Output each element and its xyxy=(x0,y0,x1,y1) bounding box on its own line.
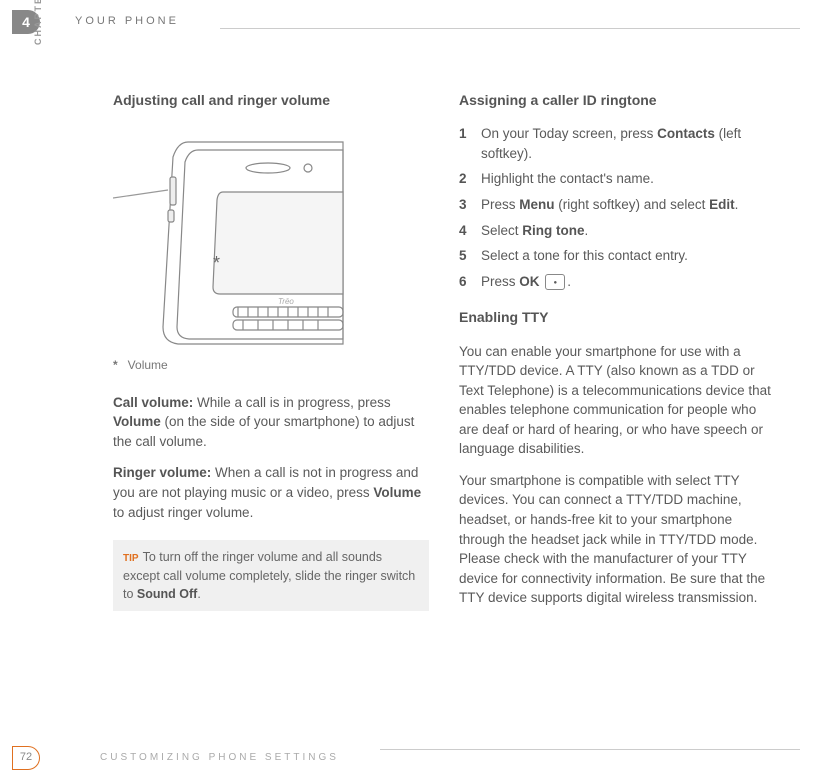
tip-box: TIPTo turn off the ringer volume and all… xyxy=(113,540,429,611)
callout-asterisk: * xyxy=(213,250,220,276)
section-title-volume: Adjusting call and ringer volume xyxy=(113,90,429,110)
call-volume-label: Call volume: xyxy=(113,395,193,410)
step-5: 5 Select a tone for this contact entry. xyxy=(459,246,775,266)
section-title-tty: Enabling TTY xyxy=(459,307,775,327)
step-3: 3 Press Menu (right softkey) and select … xyxy=(459,195,775,215)
ringer-volume-paragraph: Ringer volume: When a call is not in pro… xyxy=(113,463,429,522)
footer-rule xyxy=(380,749,800,750)
page-footer: 72 CUSTOMIZING PHONE SETTINGS xyxy=(0,744,825,772)
section-title-ringtone: Assigning a caller ID ringtone xyxy=(459,90,775,110)
content-area: Adjusting call and ringer volume xyxy=(113,90,775,620)
page-number-badge: 72 xyxy=(12,746,40,770)
step-2: 2 Highlight the contact's name. xyxy=(459,169,775,189)
right-column: Assigning a caller ID ringtone 1 On your… xyxy=(459,90,775,620)
tty-paragraph-2: Your smartphone is compatible with selec… xyxy=(459,471,775,608)
illustration-caption: * Volume xyxy=(113,357,429,374)
step-6: 6 Press OK . xyxy=(459,272,775,292)
phone-svg: Trēo xyxy=(113,132,363,347)
svg-text:Trēo: Trēo xyxy=(278,297,294,306)
step-4: 4 Select Ring tone. xyxy=(459,221,775,241)
chapter-side-label: CHAPTER xyxy=(32,0,45,45)
call-volume-paragraph: Call volume: While a call is in progress… xyxy=(113,393,429,452)
caption-mark: * xyxy=(113,358,118,372)
tty-paragraph-1: You can enable your smartphone for use w… xyxy=(459,342,775,459)
caption-text: Volume xyxy=(128,358,168,372)
page-header: 4 YOUR PHONE xyxy=(0,8,825,36)
phone-illustration: Trēo xyxy=(113,132,363,347)
tip-label: TIP xyxy=(123,553,139,564)
ok-button-icon xyxy=(545,274,565,290)
header-title: YOUR PHONE xyxy=(75,14,179,30)
header-rule xyxy=(220,28,800,29)
left-column: Adjusting call and ringer volume xyxy=(113,90,429,620)
step-1: 1 On your Today screen, press Contacts (… xyxy=(459,124,775,163)
ringer-volume-label: Ringer volume: xyxy=(113,465,211,480)
footer-text: CUSTOMIZING PHONE SETTINGS xyxy=(100,751,339,766)
